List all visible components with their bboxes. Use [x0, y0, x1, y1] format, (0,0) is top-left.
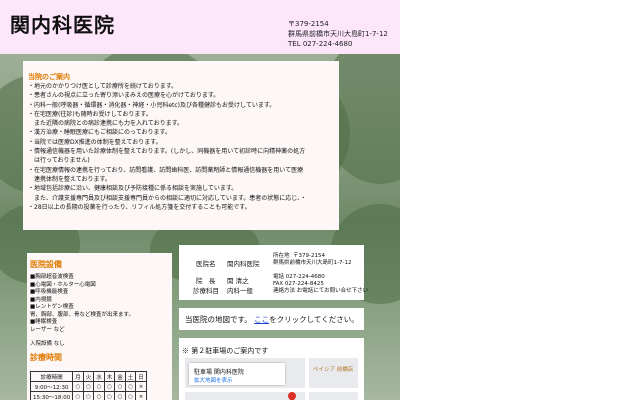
- facility-item: ■レントゲン検査: [30, 304, 74, 310]
- hours-header-cell: 水: [93, 371, 105, 382]
- map-info-card: 駐車場 関内科医院 拡大地図を表示: [189, 363, 285, 385]
- notice-line: ・地元のかかりつけ医として診療所を続けております。: [28, 83, 178, 90]
- location-postal: 〒379-2154: [293, 253, 325, 259]
- hours-header-cell: 診療時間: [29, 371, 74, 382]
- notice-line: は行っておりません): [28, 157, 90, 165]
- notice-line: ・地域包括診療に沿い、健康相談及び予防接種に係る相談を実施しています。: [28, 185, 238, 193]
- hours-cell: ×: [135, 391, 147, 400]
- notice-title: 当院のご案内: [28, 73, 70, 81]
- facility-item: ■内視鏡: [30, 296, 52, 303]
- notice-line: ・当院では医療DX推進の体制を整えております。: [28, 138, 162, 146]
- map-road: [305, 358, 309, 400]
- hours-header-row: 診療時間 月 火 水 木 金 土 日: [29, 371, 147, 382]
- hours-cell: ○: [93, 391, 105, 400]
- hours-cell: ○: [93, 381, 105, 392]
- hours-cell: ○: [124, 381, 137, 392]
- hours-header-cell: 土: [124, 371, 137, 382]
- hours-cell: ○: [72, 391, 84, 400]
- hours-table: 診療時間 月 火 水 木 金 土 日 9:00〜12:30 ○ ○ ○ ○ ○ …: [29, 371, 147, 400]
- name-label: 医院名: [196, 260, 216, 268]
- hours-header-cell: 日: [135, 371, 147, 382]
- notice-line: ・漢方治療・睡眠医療にもご相談にのっております。: [28, 129, 171, 137]
- hours-cell: ○: [103, 391, 116, 400]
- enlarge-map-link[interactable]: 拡大地図を表示: [194, 376, 233, 384]
- map-link-sentence: 当医院の地図です。 ここをクリックしてください。: [185, 314, 359, 325]
- notice-line: ・28日以上の長期の投薬を行ったり、リフィル処方箋を交付することも可能です。: [28, 203, 251, 211]
- page: 関内科医院 〒379-2154 群馬県前橋市天川大島町1-7-12 TEL 02…: [0, 0, 400, 400]
- name-value: 関内科医院: [227, 260, 260, 268]
- header-address: 〒379-2154 群馬県前橋市天川大島町1-7-12 TEL 027-224-…: [288, 19, 388, 49]
- map-poi-label: ベイシア 前橋店: [313, 367, 354, 373]
- map-card-title: 駐車場 関内科医院: [194, 369, 244, 376]
- clinic-title: 関内科医院: [10, 13, 115, 37]
- hours-cell: ○: [72, 381, 84, 392]
- map-link[interactable]: ここ: [254, 315, 269, 324]
- facility-item: ■心電図・ホルター心電図: [30, 281, 96, 288]
- notice-list: ・地元のかかりつけ医として診療所を続けております。 ・患者さんの視点に立った寄り…: [28, 82, 337, 212]
- hours-header-cell: 木: [103, 371, 116, 382]
- notice-panel: 当院のご案内 ・地元のかかりつけ医として診療所を続けております。 ・患者さんの視…: [23, 61, 339, 230]
- hours-header-cell: 火: [82, 371, 95, 382]
- facilities-heading: 医院設備: [30, 260, 62, 269]
- header-postal: 〒379-2154: [288, 20, 329, 28]
- dept-value: 内科一般: [227, 287, 253, 295]
- hours-cell: ○: [82, 391, 95, 400]
- hours-cell: ○: [103, 381, 116, 392]
- contact-line: 連絡方法 お電話にてお問い合せ下さい: [273, 288, 369, 294]
- facility-item: ■睡眠検査: [30, 319, 58, 325]
- location-address: 群馬県前橋市天川大島町1-7-12: [273, 260, 352, 266]
- fax-line: FAX 027-224-8425: [273, 281, 324, 287]
- dept-label: 診療科目: [193, 287, 219, 295]
- parking-map[interactable]: 駐車場 関内科医院 拡大地図を表示 ベイシア 前橋店: [185, 358, 358, 400]
- map-link-panel: 当医院の地図です。 ここをクリックしてください。: [179, 308, 364, 330]
- hours-cell: 15:30〜18:00: [29, 391, 74, 400]
- facility-item: レーザー など: [30, 326, 65, 333]
- hours-row: 15:30〜18:00 ○ ○ ○ ○ ○ ○ ×: [29, 391, 147, 400]
- inpatient-note: 入院設備 なし: [30, 341, 65, 347]
- hours-header-cell: 月: [72, 371, 84, 382]
- hours-cell: ○: [82, 381, 95, 392]
- hours-heading: 診療時間: [30, 353, 62, 362]
- facility-item: ■胸部超音波検査: [30, 274, 74, 280]
- facility-item: ■呼吸機能検査: [30, 289, 69, 295]
- location-label: 所在地: [273, 253, 290, 259]
- notice-line: ・在宅医療情報の連携を行っており、訪問看護、訪問歯科医、訪問薬剤師と情報通信機器…: [28, 166, 304, 174]
- site-header: 関内科医院 〒379-2154 群馬県前橋市天川大島町1-7-12 TEL 02…: [0, 0, 400, 54]
- hours-cell: 9:00〜12:30: [29, 381, 74, 392]
- director-label: 院 長: [196, 277, 216, 285]
- notice-line: ・在宅医療(往診)も随時お受けしております。: [28, 110, 152, 118]
- hours-cell: ○: [114, 381, 126, 392]
- hours-cell: ○: [114, 391, 126, 400]
- notice-line: ・情報通信機器を用いた診療体制を整えております。(しかし、同機器を用いて初診時に…: [28, 148, 306, 156]
- notice-line: ・患者さんの視点に立った寄り添いまみえの医療を心がけております。: [28, 92, 220, 100]
- director-value: 関 清之: [227, 277, 249, 285]
- map-road: [185, 388, 358, 392]
- parking-title: ※ 第２駐車場のご案内です: [182, 347, 269, 355]
- hours-cell: ×: [135, 381, 147, 392]
- parking-panel: ※ 第２駐車場のご案内です 駐車場 関内科医院 拡大地図を表示 ベイシア 前橋店: [179, 338, 364, 400]
- hours-row: 9:00〜12:30 ○ ○ ○ ○ ○ ○ ×: [29, 381, 147, 392]
- notice-line: 連携体制を整えております。: [28, 175, 111, 183]
- facilities-list: ■胸部超音波検査 ■心電図・ホルター心電図 ■呼吸機能検査 ■内視鏡 ■レントゲ…: [30, 274, 170, 349]
- hours-header-cell: 金: [114, 371, 126, 382]
- notice-line: ・内科一般(呼吸器・循環器・消化器・神経・小児科etc)及び各種健診もお受けして…: [28, 101, 276, 109]
- map-link-prefix: 当医院の地図です。: [185, 315, 252, 324]
- header-tel: TEL 027-224-4680: [288, 40, 353, 48]
- map-link-suffix: をクリックしてください。: [269, 315, 359, 324]
- facilities-panel: 医院設備 ■胸部超音波検査 ■心電図・ホルター心電図 ■呼吸機能検査 ■内視鏡 …: [27, 253, 172, 400]
- hours-cell: ○: [124, 391, 137, 400]
- notice-line: また、介護支援専門員及び相談支援専門員からの相談に適切に対応しています。患者の状…: [28, 194, 307, 202]
- facility-item: 胃、胸部、腹部、骨など検査が出来ます。: [30, 311, 134, 318]
- notice-line: また近隣の病院との病診連携にも力を入れております。: [28, 120, 183, 128]
- header-address-line: 群馬県前橋市天川大島町1-7-12: [288, 30, 388, 38]
- tel-line: 電話 027-224-4680: [273, 274, 325, 280]
- clinic-info-panel: 医院名 関内科医院 所在地 〒379-2154 群馬県前橋市天川大島町1-7-1…: [179, 245, 368, 300]
